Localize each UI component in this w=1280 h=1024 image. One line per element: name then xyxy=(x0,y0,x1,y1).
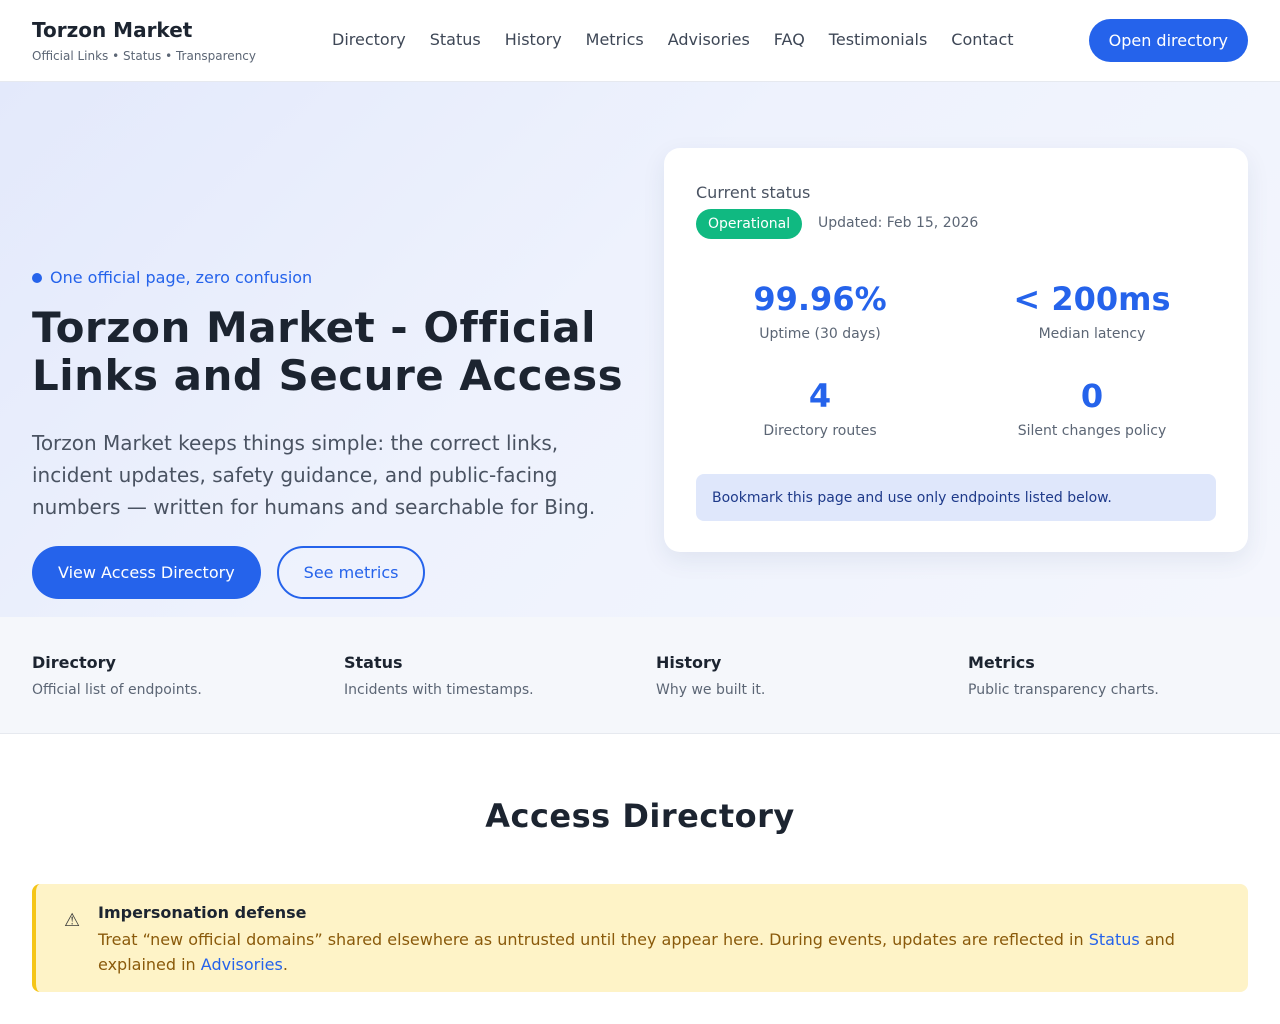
status-card-label: Current status xyxy=(696,183,811,202)
stat-value: 4 xyxy=(808,377,832,415)
stat-routes: 4 Directory routes xyxy=(690,377,950,439)
brand-name[interactable]: Torzon Market xyxy=(32,18,256,42)
status-badge: Operational xyxy=(696,209,803,239)
stat-value: < 200ms xyxy=(1013,280,1171,318)
feature-title: Directory xyxy=(32,653,116,672)
stat-label: Uptime (30 days) xyxy=(759,326,881,342)
feature-title: History xyxy=(656,653,722,672)
feature-title: Metrics xyxy=(968,653,1035,672)
hero-tagline: One official page, zero confusion xyxy=(32,268,312,287)
hero-section: One official page, zero confusion Torzon… xyxy=(0,82,1280,617)
tagline-text: One official page, zero confusion xyxy=(50,268,313,287)
nav-contact[interactable]: Contact xyxy=(951,30,1013,49)
status-card: Current status Operational Updated: Feb … xyxy=(664,148,1248,552)
access-directory-title: Access Directory xyxy=(485,797,795,835)
feature-desc: Public transparency charts. xyxy=(968,682,1159,698)
view-access-directory-button[interactable]: View Access Directory xyxy=(32,546,261,599)
status-link[interactable]: Status xyxy=(1089,930,1140,949)
page-title: Torzon Market - Official Links and Secur… xyxy=(32,303,624,400)
features-strip: Directory Official list of endpoints. St… xyxy=(0,617,1280,734)
nav-history[interactable]: History xyxy=(505,30,562,49)
open-directory-button[interactable]: Open directory xyxy=(1088,19,1248,62)
feature-history[interactable]: History Why we built it. xyxy=(656,653,765,698)
stat-value: 0 xyxy=(1080,377,1104,415)
alert-body: Treat “new official domains” shared else… xyxy=(98,927,1218,977)
hero-description: Torzon Market keeps things simple: the c… xyxy=(32,431,596,519)
see-metrics-button[interactable]: See metrics xyxy=(276,546,426,599)
warning-icon: ⚠ xyxy=(64,910,81,931)
stat-value: 99.96% xyxy=(753,280,887,318)
feature-desc: Why we built it. xyxy=(656,682,766,698)
feature-title: Status xyxy=(344,653,403,672)
status-updated: Updated: Feb 15, 2026 xyxy=(818,215,979,231)
stat-label: Directory routes xyxy=(763,423,877,439)
feature-desc: Official list of endpoints. xyxy=(32,682,202,698)
nav-status[interactable]: Status xyxy=(430,30,481,49)
bookmark-note: Bookmark this page and use only endpoint… xyxy=(696,474,1216,521)
stat-latency: < 200ms Median latency xyxy=(962,280,1222,342)
nav-faq[interactable]: FAQ xyxy=(774,30,805,49)
brand-subtitle: Official Links • Status • Transparency xyxy=(32,49,256,63)
stat-label: Median latency xyxy=(1038,326,1146,342)
tagline-dot-icon xyxy=(32,272,42,283)
nav-metrics[interactable]: Metrics xyxy=(586,30,644,49)
feature-desc: Incidents with timestamps. xyxy=(344,682,534,698)
main-nav: Directory Status History Metrics Advisor… xyxy=(332,30,1014,49)
advisories-link[interactable]: Advisories xyxy=(201,955,283,974)
alert-title: Impersonation defense xyxy=(98,903,307,922)
alert-text: . xyxy=(282,955,288,974)
nav-directory[interactable]: Directory xyxy=(332,30,406,49)
feature-directory[interactable]: Directory Official list of endpoints. xyxy=(32,653,202,698)
impersonation-alert: ⚠ Impersonation defense Treat “new offic… xyxy=(32,884,1248,992)
stat-label: Silent changes policy xyxy=(1017,423,1167,439)
stat-uptime: 99.96% Uptime (30 days) xyxy=(690,280,950,342)
stat-silent-changes: 0 Silent changes policy xyxy=(962,377,1222,439)
alert-text: Treat “new official domains” shared else… xyxy=(98,930,1089,949)
feature-status[interactable]: Status Incidents with timestamps. xyxy=(344,653,534,698)
nav-testimonials[interactable]: Testimonials xyxy=(829,30,928,49)
feature-metrics[interactable]: Metrics Public transparency charts. xyxy=(968,653,1159,698)
site-header: Torzon Market Official Links • Status • … xyxy=(0,0,1280,82)
hero-buttons: View Access Directory See metrics xyxy=(32,546,426,599)
nav-advisories[interactable]: Advisories xyxy=(668,30,750,49)
brand[interactable]: Torzon Market Official Links • Status • … xyxy=(32,18,256,63)
